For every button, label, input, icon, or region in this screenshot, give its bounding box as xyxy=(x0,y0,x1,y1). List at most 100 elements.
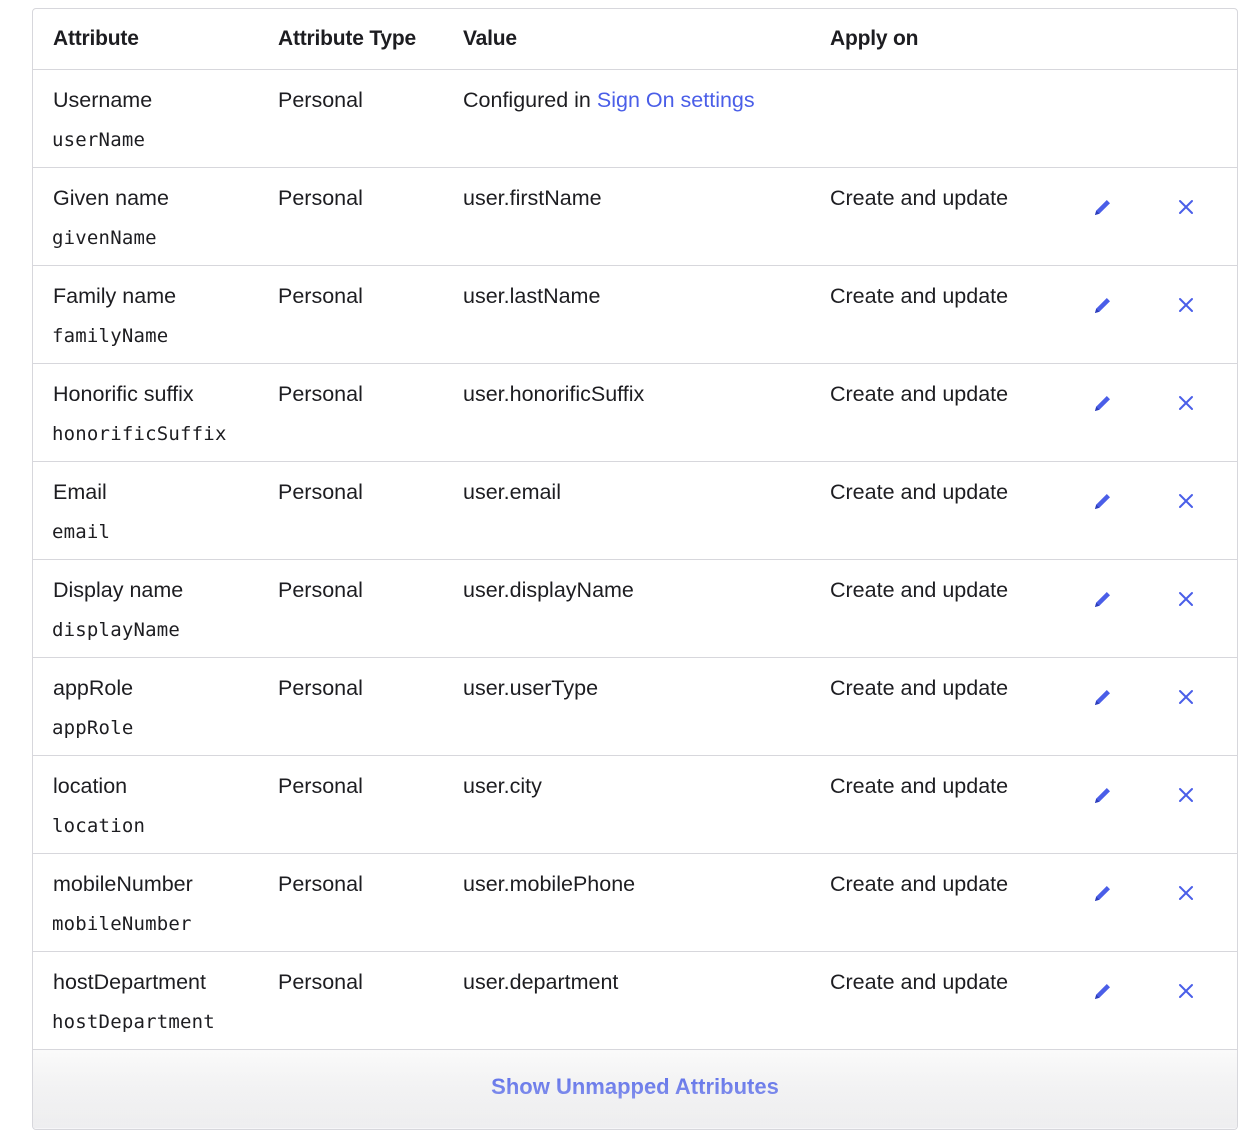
close-icon xyxy=(1178,591,1194,607)
pencil-icon xyxy=(1093,491,1113,511)
attribute-type: Personal xyxy=(278,774,363,798)
attribute-type: Personal xyxy=(278,578,363,602)
table-row: appRole appRole Personal user.userType Creat… xyxy=(33,658,1237,756)
close-icon xyxy=(1178,689,1194,705)
attribute-type: Personal xyxy=(278,676,363,700)
edit-button[interactable] xyxy=(1090,782,1116,808)
delete-button[interactable] xyxy=(1173,586,1199,612)
table-header: Attribute Attribute Type Value Apply on xyxy=(33,9,1237,70)
edit-button[interactable] xyxy=(1090,586,1116,612)
pencil-icon xyxy=(1093,883,1113,903)
attribute-name: Email xyxy=(53,480,107,504)
edit-button[interactable] xyxy=(1090,684,1116,710)
table-row: mobileNumber mobileNumber Personal user.mob… xyxy=(33,854,1237,952)
delete-button[interactable] xyxy=(1173,684,1199,710)
table-row: Honorific suffix honorificSuffix Personal u… xyxy=(33,364,1237,462)
attribute-code: appRole xyxy=(52,717,134,739)
close-icon xyxy=(1178,983,1194,999)
table-row: Family name familyName Personal user.lastNa… xyxy=(33,266,1237,364)
attribute-code: familyName xyxy=(52,325,169,347)
header-attribute-type: Attribute Type xyxy=(278,27,416,50)
delete-button[interactable] xyxy=(1173,390,1199,416)
attribute-value: user.email xyxy=(463,480,561,504)
table-row: Given name givenName Personal user.firstNam… xyxy=(33,168,1237,266)
edit-button[interactable] xyxy=(1090,488,1116,514)
attribute-mappings-table: Attribute Attribute Type Value Apply on … xyxy=(32,8,1238,1130)
attribute-name: appRole xyxy=(53,676,134,700)
close-icon xyxy=(1178,395,1194,411)
pencil-icon xyxy=(1093,687,1113,707)
attribute-name: Display name xyxy=(53,578,184,602)
pencil-icon xyxy=(1093,393,1113,413)
apply-on: Create and update xyxy=(830,578,1009,602)
attribute-type: Personal xyxy=(278,186,363,210)
edit-button[interactable] xyxy=(1090,292,1116,318)
table-row: Display name displayName Personal user.disp… xyxy=(33,560,1237,658)
attribute-name: Username xyxy=(53,88,153,112)
apply-on: Create and update xyxy=(830,970,1009,994)
attribute-value: user.lastName xyxy=(463,284,601,308)
delete-button[interactable] xyxy=(1173,292,1199,318)
value-prefix: Configured in xyxy=(463,88,597,112)
attribute-type: Personal xyxy=(278,88,363,112)
apply-on: Create and update xyxy=(830,480,1009,504)
attribute-value: user.userType xyxy=(463,676,599,700)
attribute-name: Family name xyxy=(53,284,177,308)
attribute-value: user.honorificSuffix xyxy=(463,382,645,406)
header-value: Value xyxy=(463,27,517,50)
attribute-code: honorificSuffix xyxy=(52,423,227,445)
edit-button[interactable] xyxy=(1090,978,1116,1004)
apply-on: Create and update xyxy=(830,284,1009,308)
attribute-code: givenName xyxy=(52,227,157,249)
close-icon xyxy=(1178,787,1194,803)
attribute-type: Personal xyxy=(278,382,363,406)
table-row: Email email Personal user.email Create and u… xyxy=(33,462,1237,560)
close-icon xyxy=(1178,885,1194,901)
attribute-name: Honorific suffix xyxy=(53,382,194,406)
apply-on: Create and update xyxy=(830,774,1009,798)
close-icon xyxy=(1178,493,1194,509)
attribute-type: Personal xyxy=(278,872,363,896)
apply-on: Create and update xyxy=(830,382,1009,406)
edit-button[interactable] xyxy=(1090,880,1116,906)
attribute-value: user.firstName xyxy=(463,186,602,210)
pencil-icon xyxy=(1093,981,1113,1001)
attribute-type: Personal xyxy=(278,284,363,308)
delete-button[interactable] xyxy=(1173,978,1199,1004)
close-icon xyxy=(1178,297,1194,313)
table-footer: Show Unmapped Attributes xyxy=(33,1050,1237,1128)
pencil-icon xyxy=(1093,785,1113,805)
attribute-code: location xyxy=(52,815,146,837)
delete-button[interactable] xyxy=(1173,194,1199,220)
attribute-name: Given name xyxy=(53,186,169,210)
edit-button[interactable] xyxy=(1090,194,1116,220)
attribute-name: mobileNumber xyxy=(53,872,193,896)
attribute-code: displayName xyxy=(52,619,181,641)
sign-on-settings-link[interactable]: Sign On settings xyxy=(597,88,755,112)
attribute-name: location xyxy=(53,774,128,798)
pencil-icon xyxy=(1093,295,1113,315)
attribute-code: hostDepartment xyxy=(52,1011,215,1033)
header-attribute: Attribute xyxy=(53,27,139,50)
delete-button[interactable] xyxy=(1173,880,1199,906)
apply-on: Create and update xyxy=(830,872,1009,896)
edit-button[interactable] xyxy=(1090,390,1116,416)
attribute-code: email xyxy=(52,521,111,543)
attribute-value: user.displayName xyxy=(463,578,634,602)
attribute-value: user.department xyxy=(463,970,619,994)
attribute-value: user.mobilePhone xyxy=(463,872,636,896)
attribute-name: hostDepartment xyxy=(53,970,206,994)
attribute-value: user.city xyxy=(463,774,542,798)
table-row: Username userName Personal Configured in Si… xyxy=(33,70,1237,168)
table-row: hostDepartment hostDepartment Personal user… xyxy=(33,952,1237,1050)
delete-button[interactable] xyxy=(1173,782,1199,808)
table-row: location location Personal user.city Create … xyxy=(33,756,1237,854)
delete-button[interactable] xyxy=(1173,488,1199,514)
attribute-type: Personal xyxy=(278,970,363,994)
close-icon xyxy=(1178,199,1194,215)
apply-on: Create and update xyxy=(830,186,1009,210)
attribute-code: userName xyxy=(52,129,146,151)
header-apply-on: Apply on xyxy=(830,27,919,50)
pencil-icon xyxy=(1093,197,1113,217)
show-unmapped-attributes-button[interactable]: Show Unmapped Attributes xyxy=(33,1074,1237,1100)
